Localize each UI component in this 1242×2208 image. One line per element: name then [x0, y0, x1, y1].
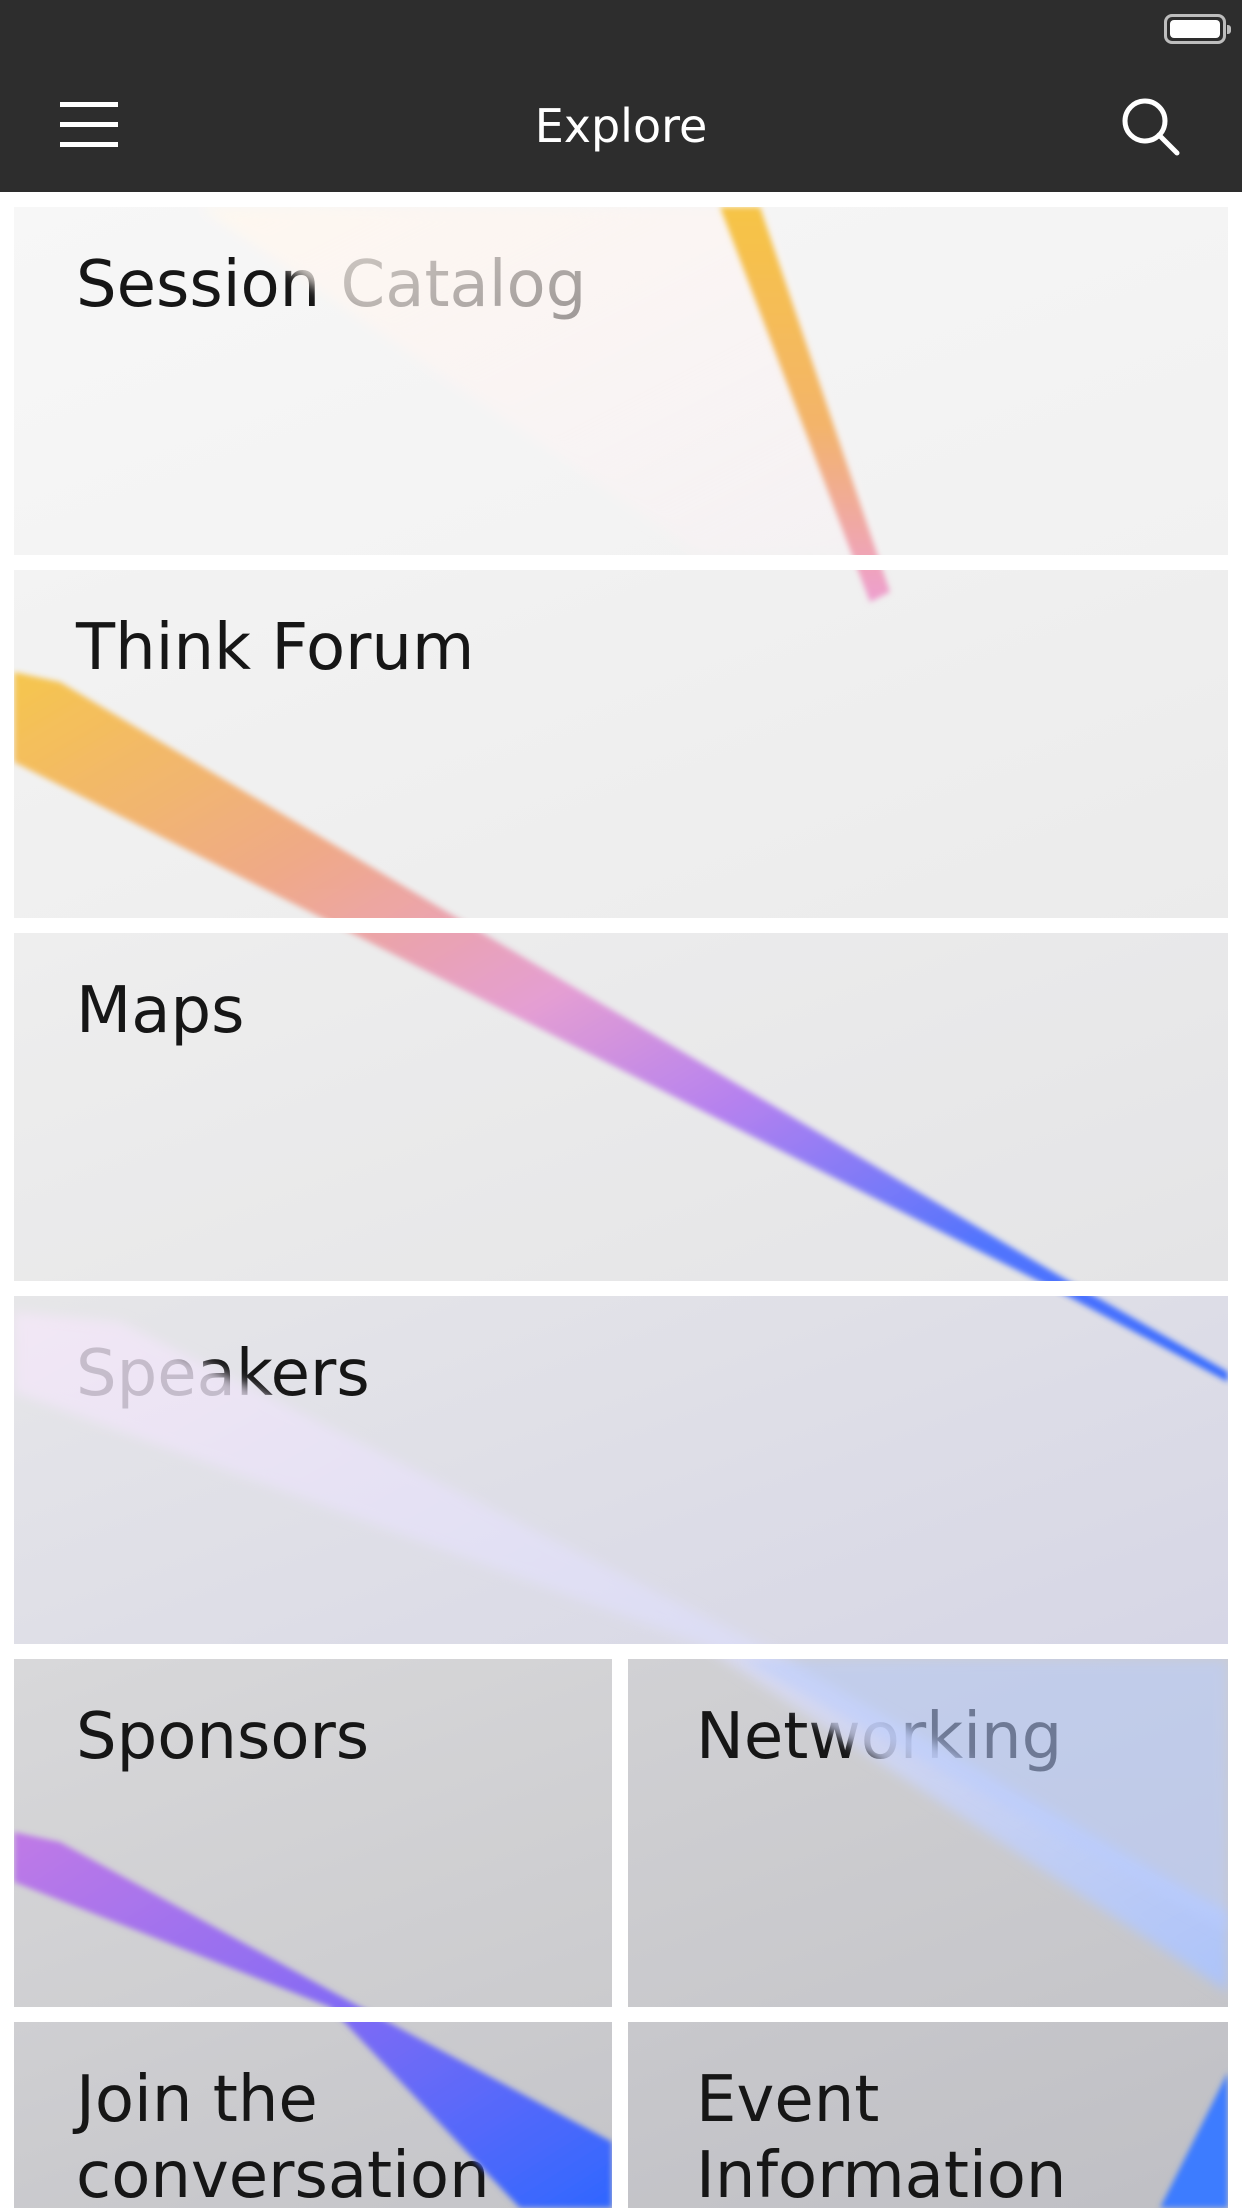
tile-networking[interactable]: Networking — [628, 1659, 1228, 2007]
tile-sponsors[interactable]: Sponsors — [14, 1659, 612, 2007]
tile-session-catalog[interactable]: Session Catalog — [14, 207, 1228, 555]
page-title: Explore — [534, 99, 708, 153]
tile-label: Maps — [76, 974, 245, 1048]
tile-label: Event Information — [696, 2063, 1067, 2208]
tile-speakers[interactable]: Speakers — [14, 1296, 1228, 1644]
tile-label: Sponsors — [76, 1700, 370, 1774]
tile-join-the-conversation[interactable]: Join the conversation — [14, 2022, 612, 2208]
explore-tile-grid: Session Catalog Think Forum Maps Speaker… — [0, 192, 1242, 2208]
tile-maps[interactable]: Maps — [14, 933, 1228, 1281]
tile-label: Networking — [696, 1700, 1063, 1774]
battery-icon — [1164, 14, 1231, 44]
tile-event-information[interactable]: Event Information — [628, 2022, 1228, 2208]
tile-label: Join the conversation — [76, 2063, 490, 2208]
tile-think-forum[interactable]: Think Forum — [14, 570, 1228, 918]
status-bar — [0, 0, 1242, 60]
tile-label: Session Catalog — [76, 248, 587, 322]
tile-label: Speakers — [76, 1337, 370, 1411]
search-icon[interactable] — [1120, 96, 1182, 158]
app-bar: Explore — [0, 60, 1242, 192]
tile-label: Think Forum — [76, 611, 475, 685]
